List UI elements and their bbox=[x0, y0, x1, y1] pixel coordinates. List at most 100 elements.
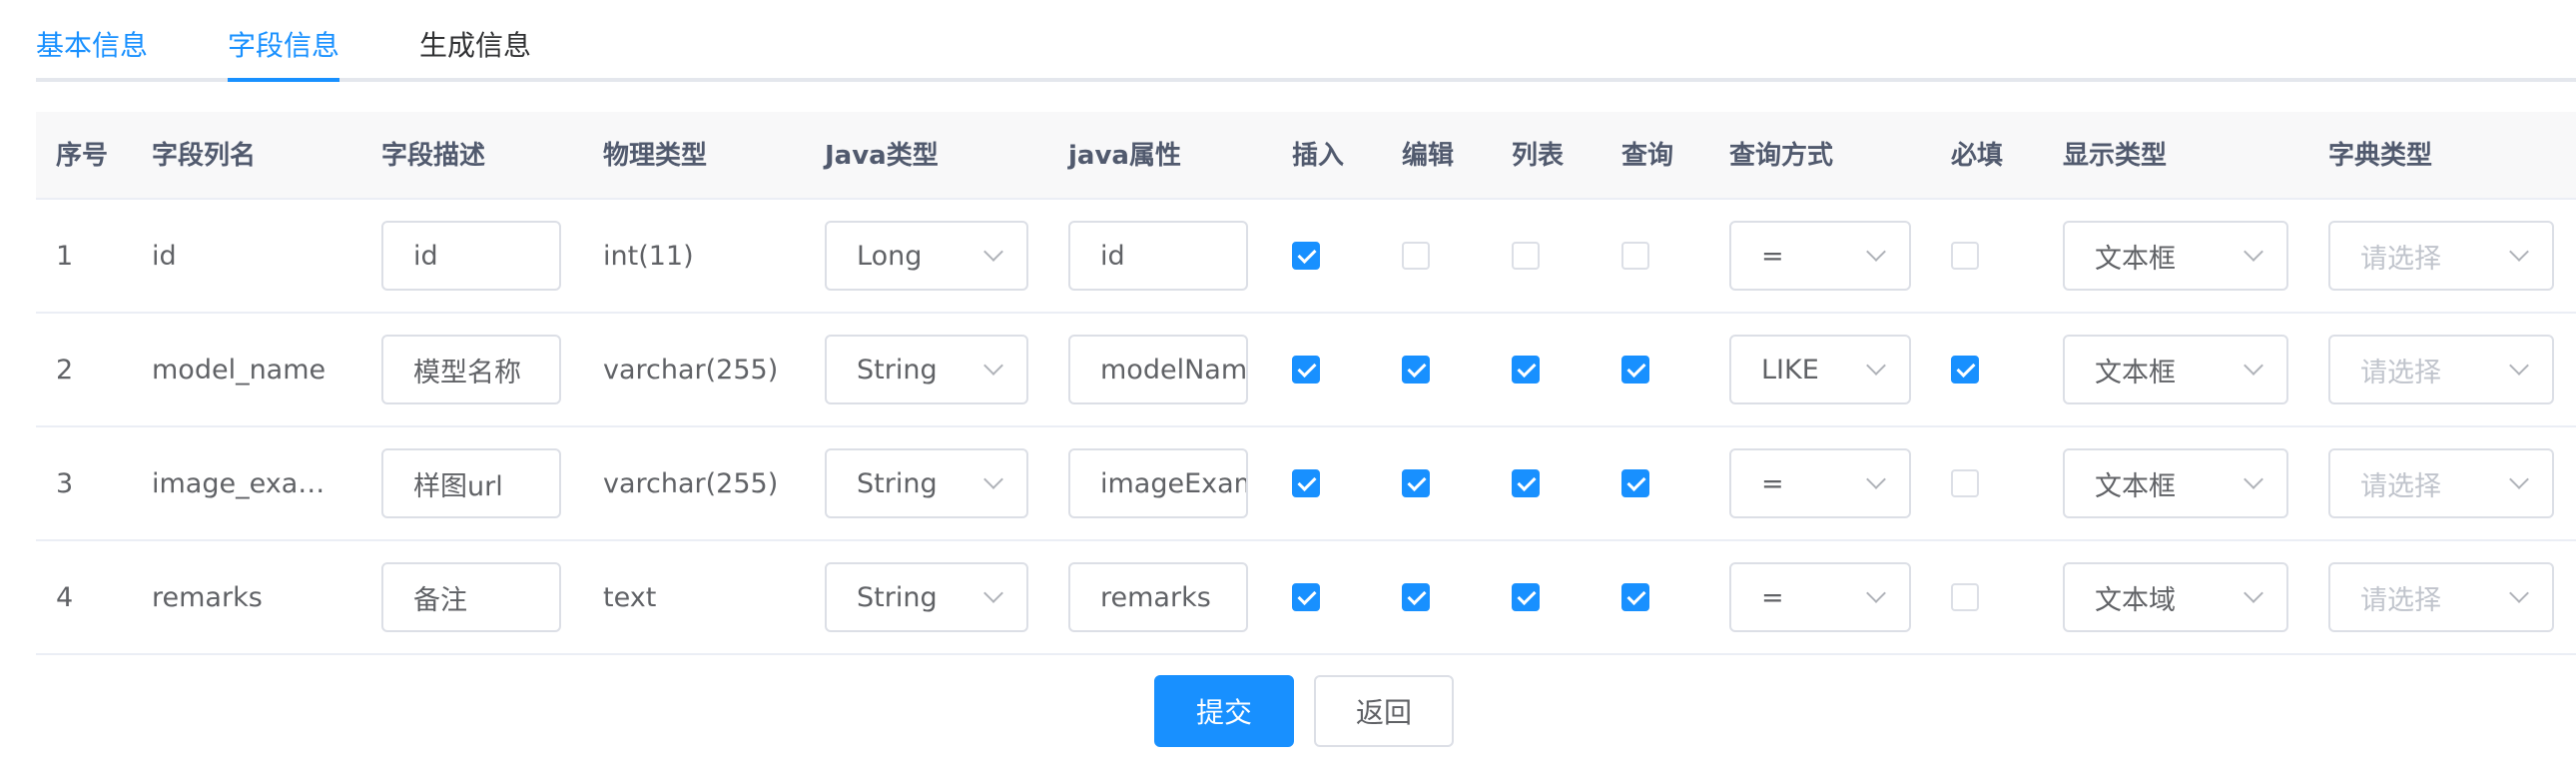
table-body: 1 id id int(11) Long id = 文本框 请选择 2 model_name 模型名称… bbox=[36, 200, 2576, 655]
query-type-select[interactable]: LIKE bbox=[1729, 335, 1911, 404]
submit-button[interactable]: 提交 bbox=[1154, 675, 1294, 747]
table-row: 1 id id int(11) Long id = 文本框 请选择 bbox=[36, 200, 2576, 314]
required-checkbox[interactable] bbox=[1951, 356, 1979, 384]
row-index: 1 bbox=[56, 240, 74, 272]
physical-type: int(11) bbox=[603, 240, 694, 272]
query-checkbox[interactable] bbox=[1621, 583, 1649, 611]
query-checkbox[interactable] bbox=[1621, 469, 1649, 497]
physical-type: varchar(255) bbox=[603, 467, 779, 499]
chevron-down-icon bbox=[2509, 469, 2529, 489]
header-edit: 编辑 bbox=[1402, 141, 1455, 171]
description-input[interactable]: 样图url bbox=[381, 448, 561, 518]
physical-type: text bbox=[603, 581, 657, 613]
header-physical-type: 物理类型 bbox=[603, 141, 708, 171]
description-input[interactable]: 模型名称 bbox=[381, 335, 561, 404]
insert-checkbox[interactable] bbox=[1292, 356, 1320, 384]
row-index: 3 bbox=[56, 467, 74, 499]
list-checkbox[interactable] bbox=[1512, 469, 1540, 497]
active-tab-indicator bbox=[228, 78, 339, 82]
query-type-select[interactable]: = bbox=[1729, 448, 1911, 518]
column-name: remarks bbox=[152, 581, 263, 613]
edit-checkbox[interactable] bbox=[1402, 356, 1430, 384]
list-checkbox[interactable] bbox=[1512, 242, 1540, 270]
table-row: 4 remarks 备注 text String remarks = 文本域 请选择 bbox=[36, 541, 2576, 655]
column-name: id bbox=[152, 240, 177, 272]
dict-type-select[interactable]: 请选择 bbox=[2328, 221, 2554, 291]
java-type-select[interactable]: String bbox=[825, 562, 1028, 632]
header-column-name: 字段列名 bbox=[152, 141, 257, 171]
display-type-select[interactable]: 文本框 bbox=[2063, 221, 2288, 291]
edit-checkbox[interactable] bbox=[1402, 469, 1430, 497]
chevron-down-icon bbox=[2244, 356, 2263, 376]
required-checkbox[interactable] bbox=[1951, 469, 1979, 497]
dict-type-select[interactable]: 请选择 bbox=[2328, 562, 2554, 632]
chevron-down-icon bbox=[983, 356, 1003, 376]
query-type-select[interactable]: = bbox=[1729, 221, 1911, 291]
java-property-input[interactable]: imageExample bbox=[1068, 448, 1248, 518]
chevron-down-icon bbox=[2244, 242, 2263, 262]
java-property-input[interactable]: remarks bbox=[1068, 562, 1248, 632]
edit-checkbox[interactable] bbox=[1402, 242, 1430, 270]
header-query: 查询 bbox=[1621, 141, 1674, 171]
back-button[interactable]: 返回 bbox=[1314, 675, 1454, 747]
table-row: 2 model_name 模型名称 varchar(255) String modelNa… bbox=[36, 314, 2576, 427]
header-display-type: 显示类型 bbox=[2063, 141, 2168, 171]
query-type-select[interactable]: = bbox=[1729, 562, 1911, 632]
description-input[interactable]: 备注 bbox=[381, 562, 561, 632]
chevron-down-icon bbox=[1866, 583, 1886, 603]
header-required: 必填 bbox=[1951, 141, 2004, 171]
display-type-select[interactable]: 文本域 bbox=[2063, 562, 2288, 632]
chevron-down-icon bbox=[2509, 583, 2529, 603]
display-type-select[interactable]: 文本框 bbox=[2063, 335, 2288, 404]
chevron-down-icon bbox=[2509, 356, 2529, 376]
query-checkbox[interactable] bbox=[1621, 356, 1649, 384]
field-table: 序号 字段列名 字段描述 物理类型 Java类型 java属性 插入 编辑 列表… bbox=[36, 112, 2576, 655]
physical-type: varchar(255) bbox=[603, 354, 779, 386]
edit-checkbox[interactable] bbox=[1402, 583, 1430, 611]
tab-generate-info[interactable]: 生成信息 bbox=[419, 0, 531, 82]
list-checkbox[interactable] bbox=[1512, 356, 1540, 384]
row-index: 4 bbox=[56, 581, 74, 613]
dict-type-select[interactable]: 请选择 bbox=[2328, 448, 2554, 518]
header-insert: 插入 bbox=[1292, 141, 1345, 171]
chevron-down-icon bbox=[2244, 583, 2263, 603]
header-index: 序号 bbox=[56, 141, 109, 171]
display-type-select[interactable]: 文本框 bbox=[2063, 448, 2288, 518]
column-name: image_exa… bbox=[152, 467, 325, 499]
chevron-down-icon bbox=[983, 583, 1003, 603]
header-description: 字段描述 bbox=[381, 141, 486, 171]
chevron-down-icon bbox=[1866, 469, 1886, 489]
chevron-down-icon bbox=[983, 242, 1003, 262]
header-java-property: java属性 bbox=[1068, 141, 1181, 171]
query-checkbox[interactable] bbox=[1621, 242, 1649, 270]
required-checkbox[interactable] bbox=[1951, 242, 1979, 270]
java-property-input[interactable]: id bbox=[1068, 221, 1248, 291]
chevron-down-icon bbox=[1866, 356, 1886, 376]
header-list: 列表 bbox=[1512, 141, 1565, 171]
description-input[interactable]: id bbox=[381, 221, 561, 291]
dict-type-select[interactable]: 请选择 bbox=[2328, 335, 2554, 404]
tab-field-info[interactable]: 字段信息 bbox=[228, 0, 339, 82]
java-property-input[interactable]: modelName bbox=[1068, 335, 1248, 404]
chevron-down-icon bbox=[1866, 242, 1886, 262]
table-row: 3 image_exa… 样图url varchar(255) String imageE… bbox=[36, 427, 2576, 541]
chevron-down-icon bbox=[2509, 242, 2529, 262]
header-query-type: 查询方式 bbox=[1729, 141, 1834, 171]
insert-checkbox[interactable] bbox=[1292, 242, 1320, 270]
column-name: model_name bbox=[152, 354, 326, 386]
header-dict-type: 字典类型 bbox=[2328, 141, 2433, 171]
insert-checkbox[interactable] bbox=[1292, 469, 1320, 497]
required-checkbox[interactable] bbox=[1951, 583, 1979, 611]
java-type-select[interactable]: String bbox=[825, 335, 1028, 404]
tab-basic-info[interactable]: 基本信息 bbox=[36, 0, 148, 82]
insert-checkbox[interactable] bbox=[1292, 583, 1320, 611]
list-checkbox[interactable] bbox=[1512, 583, 1540, 611]
tab-bar: 基本信息 字段信息 生成信息 bbox=[36, 0, 2576, 82]
table-header: 序号 字段列名 字段描述 物理类型 Java类型 java属性 插入 编辑 列表… bbox=[36, 112, 2576, 200]
java-type-select[interactable]: String bbox=[825, 448, 1028, 518]
row-index: 2 bbox=[56, 354, 74, 386]
chevron-down-icon bbox=[983, 469, 1003, 489]
header-java-type: Java类型 bbox=[825, 141, 939, 171]
chevron-down-icon bbox=[2244, 469, 2263, 489]
java-type-select[interactable]: Long bbox=[825, 221, 1028, 291]
